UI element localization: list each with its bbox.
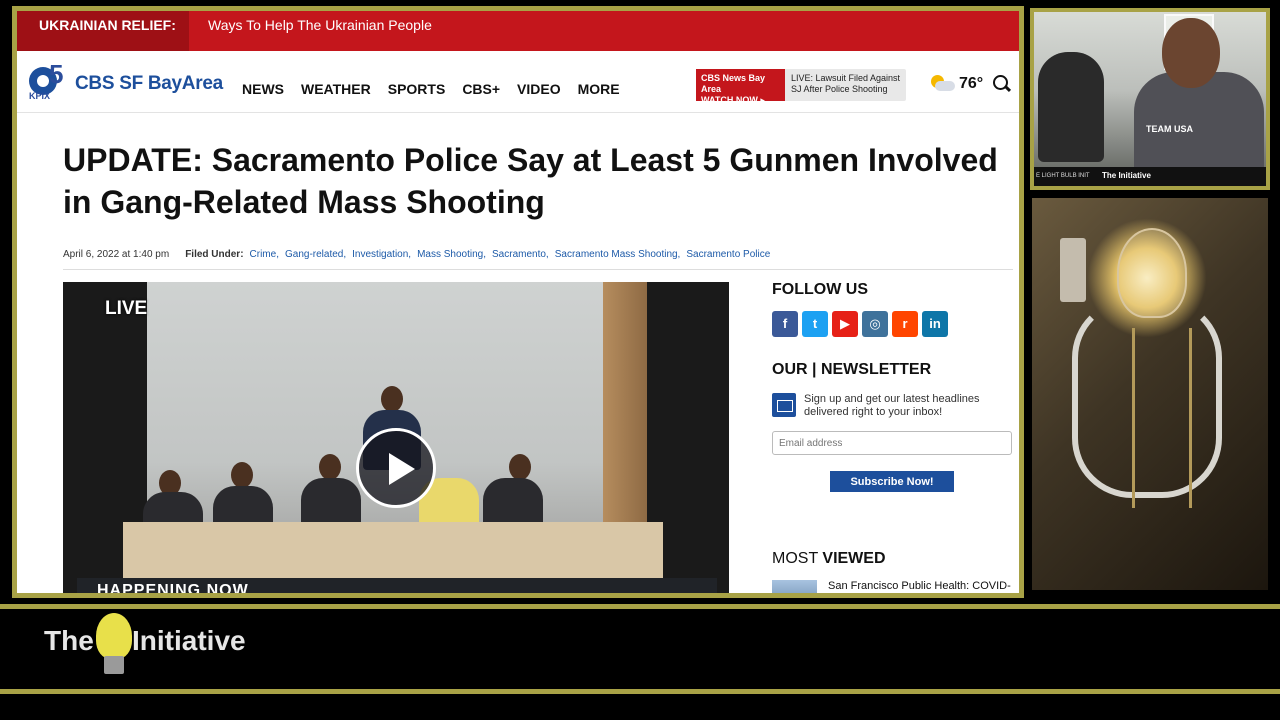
- logo-five: 5: [49, 59, 64, 89]
- promo-watch-now[interactable]: CBS News Bay Area WATCH NOW ▸: [696, 69, 785, 105]
- ukrainian-relief-bar[interactable]: UKRAINIAN RELIEF: Ways To Help The Ukrai…: [17, 11, 1019, 51]
- mail-icon: [772, 393, 796, 417]
- webcam-presenter: [1134, 72, 1264, 172]
- sidebar: FOLLOW US f t ▶ ◎ r in OUR | NEWSLETTER …: [772, 281, 1015, 593]
- search-icon[interactable]: [993, 75, 1011, 93]
- wall-socket-icon: [1060, 238, 1086, 302]
- site-header: 5 KPIX CBS SF BayArea NEWS WEATHER SPORT…: [17, 51, 1019, 113]
- partly-cloudy-icon: [929, 75, 955, 93]
- category-link[interactable]: Sacramento Police: [686, 249, 770, 260]
- email-field[interactable]: [772, 431, 1012, 455]
- most-viewed-light: MOST: [772, 550, 818, 567]
- nav-sports[interactable]: SPORTS: [388, 81, 446, 97]
- webcam-frame: TEAM USA E LIGHT BULB INIT The Initiativ…: [1030, 8, 1270, 190]
- article-date: April 6, 2022 at 1:40 pm: [63, 249, 170, 260]
- browser-capture-frame: UKRAINIAN RELIEF: Ways To Help The Ukrai…: [12, 6, 1024, 598]
- cbs-sf-bayarea-logo[interactable]: 5 KPIX CBS SF BayArea: [29, 59, 224, 103]
- relief-tag: UKRAINIAN RELIEF:: [17, 11, 189, 51]
- brand-lightbulb-icon: [96, 613, 132, 659]
- most-viewed-headline[interactable]: San Francisco Public Health: COVID-19 Ho…: [828, 580, 1015, 593]
- most-viewed-thumbnail[interactable]: [772, 580, 817, 593]
- nav-more[interactable]: MORE: [578, 81, 620, 97]
- article-meta: April 6, 2022 at 1:40 pm Filed Under: Cr…: [63, 249, 1013, 260]
- newsletter-title-bold: OUR |: [772, 361, 817, 378]
- most-viewed-bold: VIEWED: [822, 550, 886, 567]
- twitter-icon[interactable]: t: [802, 311, 828, 337]
- newsletter-title-rest: NEWSLETTER: [820, 361, 932, 378]
- article-headline: UPDATE: Sacramento Police Say at Least 5…: [63, 142, 998, 220]
- youtube-icon[interactable]: ▶: [832, 311, 858, 337]
- brand-the: The: [44, 625, 94, 656]
- category-link[interactable]: Investigation,: [352, 249, 411, 260]
- nav-cbs-plus[interactable]: CBS+: [462, 81, 500, 97]
- webcam-presenter-head: [1162, 18, 1220, 88]
- promo-channel: CBS News Bay Area: [701, 73, 766, 94]
- brand-initiative: Initiative: [132, 625, 246, 656]
- category-link[interactable]: Gang-related,: [285, 249, 346, 260]
- social-links: f t ▶ ◎ r in: [772, 311, 1015, 337]
- most-viewed-item[interactable]: San Francisco Public Health: COVID-19 Ho…: [772, 580, 1015, 593]
- reddit-icon[interactable]: r: [892, 311, 918, 337]
- banner-bottom-line: [0, 689, 1280, 694]
- category-link[interactable]: Mass Shooting,: [417, 249, 486, 260]
- lightbulb-illustration: [1032, 198, 1268, 590]
- screen: UKRAINIAN RELIEF: Ways To Help The Ukrai…: [0, 0, 1280, 720]
- newsletter-row: Sign up and get our latest headlines del…: [772, 393, 1015, 419]
- nav-video[interactable]: VIDEO: [517, 81, 561, 97]
- newsletter-description: Sign up and get our latest headlines del…: [804, 393, 980, 418]
- live-promo-banner[interactable]: CBS News Bay Area WATCH NOW ▸ LIVE: Laws…: [696, 69, 906, 105]
- nav-weather[interactable]: WEATHER: [301, 81, 371, 97]
- category-link[interactable]: Sacramento Mass Shooting,: [555, 249, 681, 260]
- most-viewed-title: MOST VIEWED: [772, 550, 1015, 568]
- promo-headline[interactable]: LIVE: Lawsuit Filed Against SJ After Pol…: [791, 73, 903, 95]
- brand-bulb-base: [104, 656, 124, 674]
- promo-watch-label: WATCH NOW ▸: [701, 95, 765, 105]
- microphone-icon: [1038, 52, 1104, 162]
- subscribe-button[interactable]: Subscribe Now!: [830, 471, 954, 492]
- newsletter-title: OUR | NEWSLETTER: [772, 361, 1015, 379]
- logo-kpix: KPIX: [29, 91, 51, 101]
- video-person: [319, 454, 341, 480]
- video-person: [381, 386, 403, 412]
- video-player[interactable]: LIVE HAPPENING NOW: [63, 282, 729, 598]
- instagram-icon[interactable]: ◎: [862, 311, 888, 337]
- follow-us-title: FOLLOW US: [772, 281, 868, 298]
- video-person: [509, 454, 531, 480]
- webcam-shirt-text: TEAM USA: [1146, 124, 1193, 134]
- video-table: [123, 522, 663, 582]
- play-button[interactable]: [356, 428, 436, 508]
- temperature: 76°: [959, 75, 984, 92]
- lightbulb-icon: [1117, 228, 1187, 318]
- facebook-icon[interactable]: f: [772, 311, 798, 337]
- bulb-legs: [1132, 328, 1192, 508]
- relief-link[interactable]: Ways To Help The Ukrainian People: [208, 17, 432, 33]
- category-link[interactable]: Sacramento,: [492, 249, 549, 260]
- filed-under-label: Filed Under:: [185, 249, 244, 260]
- lower-third-text: HAPPENING NOW: [97, 582, 249, 598]
- webcam-ticker: E LIGHT BULB INIT: [1036, 173, 1090, 179]
- meta-divider: [63, 269, 1013, 270]
- logo-name: CBS SF BayArea: [75, 73, 223, 94]
- category-link[interactable]: Crime,: [250, 249, 279, 260]
- webcam-brand: The Initiative: [1102, 171, 1151, 180]
- main-nav: NEWS WEATHER SPORTS CBS+ VIDEO MORE: [242, 81, 620, 97]
- linkedin-icon[interactable]: in: [922, 311, 948, 337]
- nav-news[interactable]: NEWS: [242, 81, 284, 97]
- weather-widget[interactable]: 76°: [929, 75, 1011, 93]
- live-badge: LIVE: [105, 298, 148, 319]
- video-person: [231, 462, 253, 488]
